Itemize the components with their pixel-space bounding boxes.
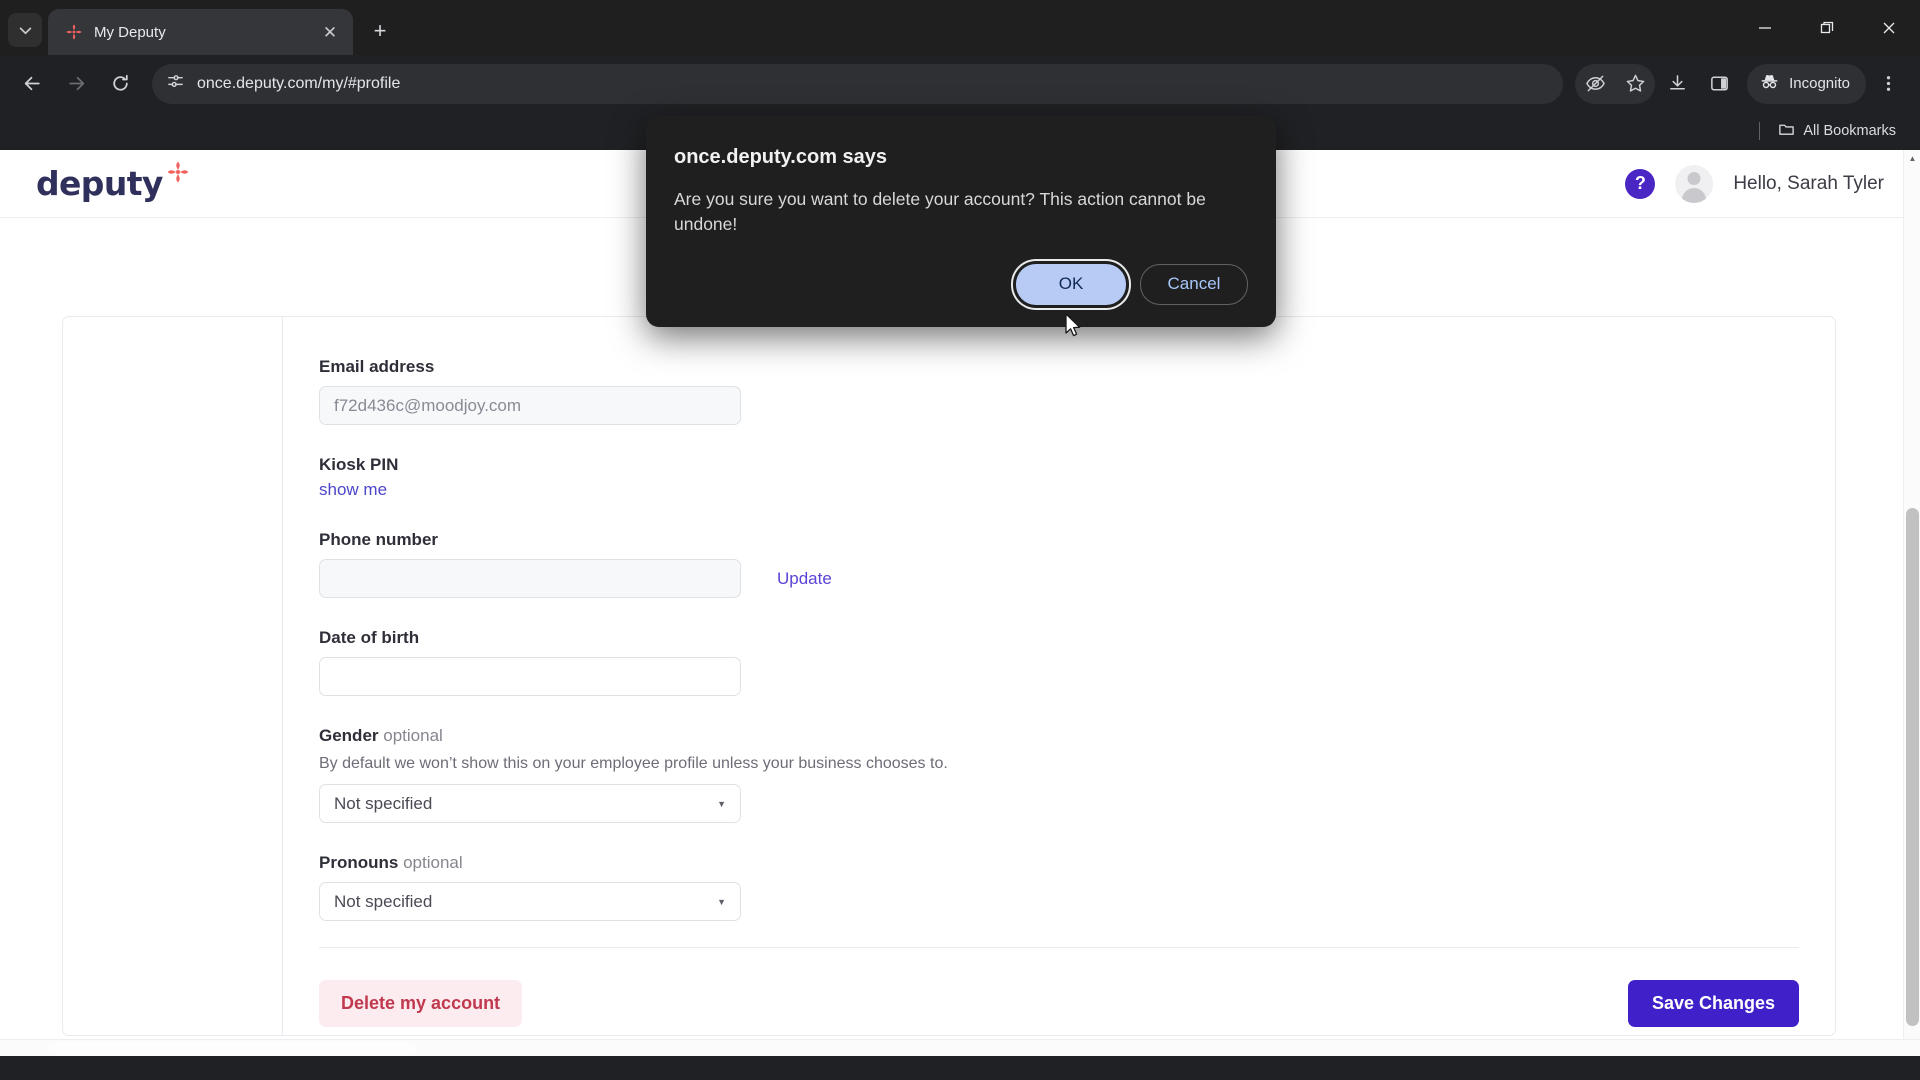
gender-optional-tag: optional	[383, 726, 443, 745]
download-icon[interactable]	[1657, 64, 1697, 104]
tab-strip: My Deputy ✕ +	[0, 0, 1920, 55]
dob-field-group: Date of birth	[319, 628, 1799, 696]
browser-toolbar: once.deputy.com/my/#profile Incognito	[0, 55, 1920, 112]
gender-hint: By default we won’t show this on your em…	[319, 755, 948, 772]
pronouns-optional-tag: optional	[403, 853, 463, 872]
deputy-favicon-icon	[64, 22, 84, 42]
reload-button[interactable]	[100, 64, 140, 104]
chevron-down-icon: ▼	[717, 896, 726, 907]
dialog-ok-button[interactable]: OK	[1016, 263, 1126, 305]
phone-update-link[interactable]: Update	[777, 569, 832, 589]
kiosk-pin-label: Kiosk PIN	[319, 455, 399, 474]
tab-close-icon[interactable]: ✕	[317, 19, 343, 45]
all-bookmarks-label: All Bookmarks	[1803, 123, 1896, 139]
dialog-title: once.deputy.com says	[674, 146, 888, 168]
dialog-message: Are you sure you want to delete your acc…	[674, 189, 1206, 235]
all-bookmarks-button[interactable]: All Bookmarks	[1770, 117, 1904, 146]
address-bar-url: once.deputy.com/my/#profile	[197, 74, 401, 92]
vertical-scrollbar-thumb[interactable]	[1906, 508, 1919, 1026]
header-right: ? Hello, Sarah Tyler	[1625, 164, 1884, 203]
pronouns-select-value: Not specified	[334, 891, 433, 911]
incognito-hat-icon	[1759, 71, 1780, 96]
bookmarks-divider	[1759, 122, 1761, 140]
dialog-actions: OK Cancel	[674, 263, 1248, 305]
deputy-star-icon	[165, 159, 191, 185]
pronouns-label: Pronouns optional	[319, 853, 1799, 873]
form-actions: Delete my account Save Changes	[319, 980, 1799, 1027]
chevron-down-icon: ▼	[717, 798, 726, 809]
gender-label-text: Gender	[319, 726, 379, 745]
email-field-group: Email address f72d436c@moodjoy.com	[319, 317, 1799, 425]
star-icon[interactable]	[1615, 64, 1655, 104]
side-panel-icon[interactable]	[1699, 64, 1739, 104]
tab-title: My Deputy	[94, 23, 166, 41]
user-greeting: Hello, Sarah Tyler	[1733, 172, 1884, 194]
folder-icon	[1778, 121, 1795, 142]
forward-button[interactable]	[56, 64, 96, 104]
window-minimize-button[interactable]	[1734, 0, 1796, 55]
phone-label: Phone number	[319, 530, 439, 549]
window-close-button[interactable]	[1858, 0, 1920, 55]
address-bar[interactable]: once.deputy.com/my/#profile	[152, 63, 1564, 104]
save-changes-button[interactable]: Save Changes	[1627, 980, 1799, 1027]
eye-slash-icon[interactable]	[1575, 64, 1615, 104]
javascript-confirm-dialog: once.deputy.com says Are you sure you wa…	[646, 116, 1276, 327]
horizontal-scrollbar[interactable]	[0, 1039, 1920, 1056]
phone-input[interactable]	[319, 559, 741, 598]
phone-field-group: Phone number Update	[319, 530, 1799, 598]
kiosk-pin-group: Kiosk PIN show me	[319, 455, 1799, 500]
phone-row: Update	[319, 559, 1799, 598]
pronouns-field-group: Pronouns optional Not specified ▼	[319, 853, 1799, 921]
back-button[interactable]	[12, 64, 52, 104]
page-body: Email address f72d436c@moodjoy.com Kiosk…	[0, 218, 1920, 1056]
scroll-up-arrow-icon[interactable]: ▲	[1904, 150, 1920, 167]
profile-card: Email address f72d436c@moodjoy.com Kiosk…	[62, 316, 1836, 1036]
dialog-cancel-button[interactable]: Cancel	[1140, 263, 1248, 305]
three-dot-menu-icon[interactable]	[1868, 64, 1908, 104]
browser-tab[interactable]: My Deputy ✕	[48, 9, 353, 55]
pronouns-select[interactable]: Not specified ▼	[319, 882, 741, 921]
help-icon[interactable]: ?	[1625, 168, 1656, 199]
gender-field-group: Gender optional By default we won’t show…	[319, 726, 1799, 823]
form-divider	[319, 947, 1799, 948]
delete-account-button[interactable]: Delete my account	[319, 980, 523, 1027]
incognito-indicator[interactable]: Incognito	[1747, 63, 1866, 104]
gender-label: Gender optional	[319, 726, 1799, 746]
deputy-logo[interactable]: deputy	[36, 161, 191, 203]
new-tab-button[interactable]: +	[363, 14, 397, 48]
deputy-logo-text: deputy	[36, 164, 163, 203]
page-info-icon[interactable]	[166, 72, 185, 96]
toolbar-icons: Incognito	[1575, 63, 1908, 104]
horizontal-scrollbar-thumb[interactable]	[48, 1042, 418, 1055]
tab-search-icon[interactable]	[8, 13, 42, 47]
window-maximize-button[interactable]	[1796, 0, 1858, 55]
gender-select[interactable]: Not specified ▼	[319, 784, 741, 823]
browser-window: My Deputy ✕ + once.deputy.com/my/#profil…	[0, 0, 1920, 1080]
vertical-scrollbar[interactable]: ▲ ▼	[1903, 150, 1920, 1056]
kiosk-pin-show-link[interactable]: show me	[319, 480, 387, 499]
profile-form: Email address f72d436c@moodjoy.com Kiosk…	[283, 317, 1835, 1035]
gender-select-value: Not specified	[334, 793, 433, 813]
incognito-label: Incognito	[1789, 75, 1850, 92]
omnibox-action-group	[1575, 63, 1656, 104]
profile-card-sidebar	[63, 317, 283, 1035]
email-label: Email address	[319, 357, 435, 376]
pronouns-label-text: Pronouns	[319, 853, 399, 872]
window-controls	[1734, 0, 1920, 55]
dob-input[interactable]	[319, 657, 741, 696]
dob-label: Date of birth	[319, 628, 420, 647]
avatar[interactable]	[1675, 164, 1714, 203]
email-input[interactable]: f72d436c@moodjoy.com	[319, 386, 741, 425]
